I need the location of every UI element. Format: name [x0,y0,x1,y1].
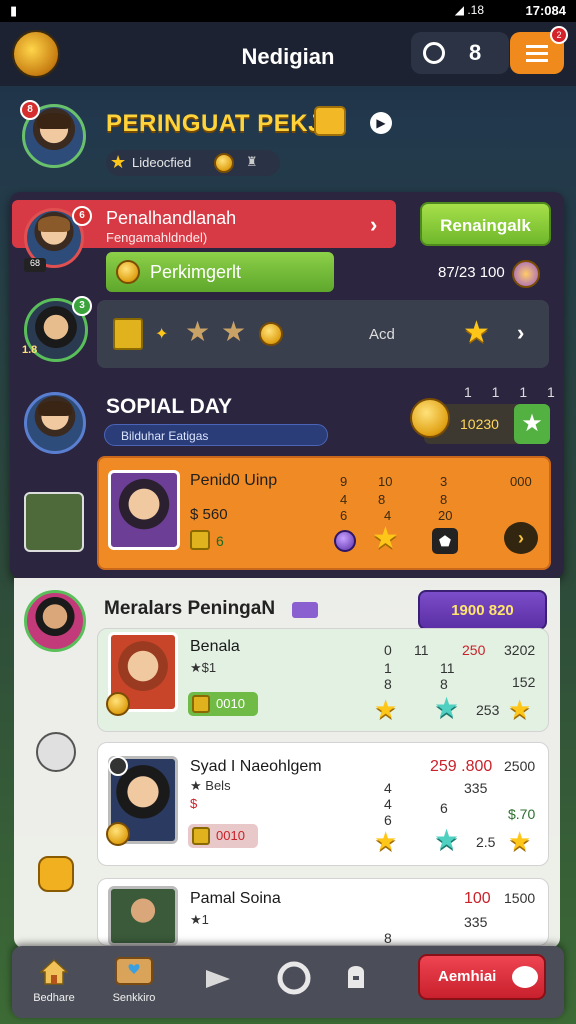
mail-action-button[interactable]: Renaingalk [420,202,551,246]
star-icon: ★ [221,316,247,347]
rewards-avatar-badge: 3 [72,296,92,316]
play-icon[interactable]: ▶ [370,112,392,134]
tag-icon [292,602,318,618]
cta-button[interactable]: Aemhiai [418,954,546,1000]
gem-icon [512,260,540,288]
bulldog-icon[interactable] [36,732,76,772]
progress-label: Perkimgerlt [150,262,242,282]
nav-chat[interactable] [326,946,406,1018]
cta-label: Aemhiai [438,968,497,985]
coin-icon [116,260,140,284]
lower-title: Meralars PeningaN [104,598,276,619]
player-name: PERINGUAT PEKJK [106,110,340,137]
star-icon: ★ [374,694,398,724]
mail-title: Penalhandlanah [106,208,237,228]
notification-badge: 2 [550,26,568,44]
signal-icon: ◢ .18 [454,3,484,17]
item-name: Syad I Naeohlgem [190,758,322,775]
star-icon: ★ [372,522,399,555]
rewards-avatar-tag: 1.8 [22,344,38,356]
item-portrait [108,886,178,946]
nav-settings[interactable] [256,946,336,1018]
header-count-button[interactable]: 8 [469,40,481,66]
menu-icon [526,45,548,48]
social-title: SOPIAL DAY [106,395,233,418]
item-name: Pamal Soina [190,890,281,907]
clock: 17:084 [525,3,566,18]
spark-icon: ✦ [155,326,169,343]
item-sub: ★ Bels [190,778,231,793]
nav-play[interactable] [182,946,262,1018]
notification-icon: ▮ [10,3,18,18]
pentagon-icon: ⬟ [432,528,458,554]
crown-icon [314,106,346,136]
chevron-right-icon: › [517,320,525,345]
league-pill[interactable]: ★ Lideocfied ♜ [106,150,280,176]
record-icon[interactable] [423,42,445,64]
item-name: Benala [190,638,240,655]
map-icon [115,957,153,985]
header: Nedigian 8 2 [0,22,576,86]
chest-icon [192,827,210,845]
featured-name: Penid0 Uinp [190,472,278,489]
nav-map-label: Senkkiro [112,992,156,1004]
coin-icon [214,153,234,173]
social-subtitle: Bilduhar Eatigas [121,429,209,443]
featured-portrait [108,470,180,550]
heart-icon [512,966,538,988]
header-buttons: 8 [411,32,509,74]
featured-level: 6 [216,533,224,549]
settings-icon [277,961,311,995]
next-button[interactable]: › [504,522,538,554]
add-label: Acd [369,326,395,343]
mail-avatar-badge: 6 [72,206,92,226]
coin-icon [259,322,283,346]
status-bar: ▮ ◢ .18 17:084 [0,0,576,22]
star-icon: ★ [434,824,460,855]
trophy-icon: ♜ [246,154,258,169]
social-subtitle-pill: Bilduhar Eatigas [104,424,328,446]
social-tally: 1 1 1 1 [464,384,563,400]
mail-subtitle: Fengamahldndel) [106,230,208,245]
gold-count: 87/23 100 [438,264,505,281]
featured-side-thumb[interactable] [24,492,84,552]
home-icon [40,958,68,985]
chat-icon [348,966,364,988]
star-icon: ★ [110,152,127,172]
star-icon: ★ [185,316,211,347]
social-score-value: 10230 [460,416,499,432]
nav-map[interactable]: Senkkiro [94,946,174,1018]
coin-icon [106,822,130,846]
featured-value: $ 560 [190,506,228,523]
star-icon: ★ [508,694,532,724]
star-icon: ★ [508,826,532,856]
lower-badge-button[interactable]: 1900 820 [418,590,547,630]
star-button[interactable]: ★ [514,404,550,444]
item-sub: ★1 [190,912,209,927]
orb-icon [334,530,356,552]
profile-avatar-badge: 8 [20,100,40,120]
chest-icon [192,695,210,713]
progress-bar[interactable]: Perkimgerlt [106,252,334,292]
chest-icon [113,318,143,350]
leaf-icon[interactable] [38,856,74,892]
nav-home-label: Bedhare [33,992,75,1004]
nav-home[interactable]: Bedhare [14,946,94,1018]
rewards-row[interactable]: ✦ ★ ★ Acd ★ › [97,300,549,368]
mail-avatar-tag: 68 [24,258,46,272]
star-icon: ★ [374,826,398,856]
social-avatar [24,392,86,454]
lower-avatar [24,590,86,652]
star-icon: ★ [463,316,490,349]
coin-icon [106,692,130,716]
chest-icon [190,530,210,550]
menu-button[interactable]: 2 [510,26,568,74]
star-icon: ★ [434,692,460,723]
league-label: Lideocfied [132,155,192,170]
play-icon [206,970,230,988]
chevron-right-icon: › [370,212,378,237]
item-sub: ★$1 [190,660,217,675]
item-badge [108,756,128,776]
coin-stack-icon [410,398,450,438]
